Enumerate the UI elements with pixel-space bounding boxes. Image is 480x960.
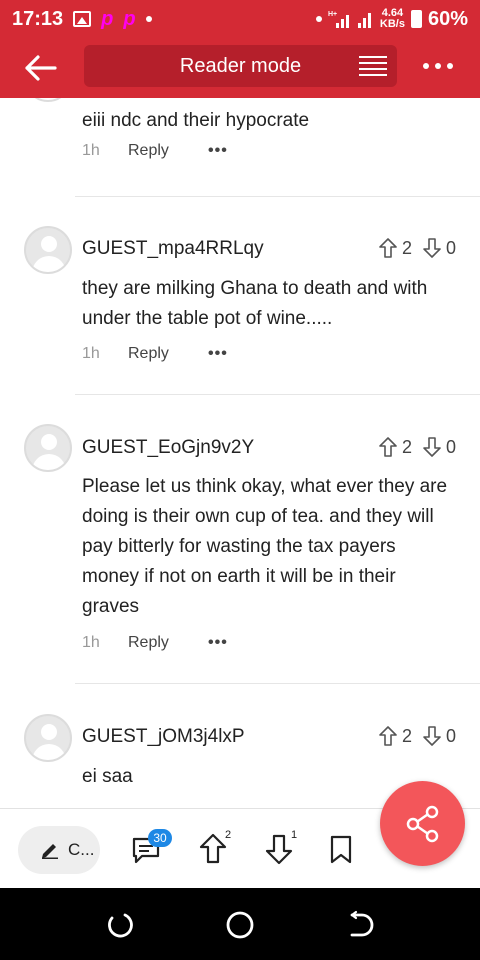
- battery-icon: [410, 10, 422, 28]
- divider: [75, 196, 480, 197]
- article-upvote-count: 2: [225, 829, 232, 841]
- network-speed: 4.64 KB/s: [380, 8, 405, 30]
- comment-text: they are milking Ghana to death and with…: [82, 278, 428, 329]
- upvote-icon[interactable]: [378, 725, 398, 747]
- comment-username[interactable]: GUEST_mpa4RRLqy: [82, 238, 264, 260]
- upvote-count: 2: [401, 725, 412, 746]
- comment-input[interactable]: C...: [18, 826, 100, 874]
- comment-list[interactable]: eiii ndc and their hypocrate 1h Reply ••…: [0, 98, 480, 808]
- system-nav-bar: [0, 888, 480, 960]
- comment-votes: 2 0: [378, 237, 456, 259]
- upvote-icon[interactable]: [378, 237, 398, 259]
- comment-more-icon[interactable]: •••: [208, 345, 228, 363]
- avatar[interactable]: [24, 98, 72, 102]
- comment-time: 1h: [82, 345, 100, 362]
- network-speed-unit: KB/s: [379, 18, 405, 30]
- share-button[interactable]: [380, 781, 465, 866]
- reply-button[interactable]: Reply: [128, 345, 208, 363]
- network-type-label: H+: [328, 11, 337, 18]
- comment-time: 1h: [82, 634, 100, 651]
- pencil-icon: [42, 844, 58, 859]
- gallery-notification-icon: [73, 11, 92, 27]
- upvote-article-icon[interactable]: [198, 833, 228, 865]
- home-icon[interactable]: [225, 910, 255, 940]
- comment-meta: 1h Reply •••: [82, 634, 228, 652]
- comment-text: Please let us think okay, what ever they…: [82, 476, 448, 617]
- reader-mode-title: Reader mode: [179, 54, 302, 77]
- recent-apps-icon[interactable]: [105, 910, 135, 940]
- divider: [75, 394, 480, 395]
- menu-lines-icon: [359, 56, 387, 76]
- avatar[interactable]: [24, 424, 72, 472]
- comment-text: eiii ndc and their hypocrate: [82, 110, 310, 131]
- more-options-icon[interactable]: [420, 60, 456, 72]
- bookmark-icon[interactable]: [329, 835, 353, 865]
- downvote-icon[interactable]: [422, 725, 442, 747]
- downvote-icon[interactable]: [422, 237, 442, 259]
- back-nav-icon[interactable]: [345, 910, 375, 940]
- app-notification-icon: p: [101, 7, 114, 30]
- battery-level: 60%: [427, 7, 468, 30]
- comment-meta: 1h Reply •••: [82, 345, 228, 363]
- notification-dot-icon: [145, 16, 152, 22]
- article-downvote-count: 1: [291, 829, 298, 841]
- downvote-icon[interactable]: [422, 436, 442, 458]
- downvote-count: 0: [445, 725, 456, 746]
- comment-item: eiii ndc and their hypocrate 1h Reply ••…: [0, 98, 480, 198]
- comment-item: GUEST_mpa4RRLqy 2 0 they are milking Gha…: [0, 222, 480, 392]
- app-notification-icon-2: p: [123, 7, 136, 30]
- reply-button[interactable]: Reply: [128, 142, 208, 160]
- comment-votes: 2 0: [378, 725, 456, 747]
- status-dot-icon: [315, 16, 322, 22]
- share-icon: [406, 805, 438, 842]
- upvote-count: 2: [401, 436, 412, 457]
- comment-item: GUEST_EoGjn9v2Y 2 0 Please let us think …: [0, 420, 480, 680]
- comment-votes: 2 0: [378, 436, 456, 458]
- reply-button[interactable]: Reply: [128, 634, 208, 652]
- upvote-count: 2: [401, 237, 412, 258]
- avatar[interactable]: [24, 714, 72, 762]
- downvote-count: 0: [445, 436, 456, 457]
- downvote-count: 0: [445, 237, 456, 258]
- status-time: 17:13: [12, 7, 64, 30]
- divider: [75, 683, 480, 684]
- comment-more-icon[interactable]: •••: [208, 634, 228, 652]
- reader-mode-button[interactable]: Reader mode: [84, 45, 397, 87]
- top-app-bar: Reader mode: [0, 38, 480, 98]
- status-bar: 17:13 p p H+ 4.64 KB/s 60%: [0, 0, 480, 38]
- comment-time: 1h: [82, 142, 100, 159]
- back-arrow-icon[interactable]: [24, 54, 58, 82]
- upvote-icon[interactable]: [378, 436, 398, 458]
- comments-count-badge: 30: [148, 829, 172, 847]
- comment-meta: 1h Reply •••: [82, 142, 228, 160]
- comment-username[interactable]: GUEST_jOM3j4lxP: [82, 726, 245, 748]
- comment-more-icon[interactable]: •••: [208, 142, 228, 160]
- downvote-article-icon[interactable]: [264, 833, 294, 865]
- signal-icon: H+: [328, 11, 371, 28]
- avatar[interactable]: [24, 226, 72, 274]
- comment-username[interactable]: GUEST_EoGjn9v2Y: [82, 437, 254, 459]
- comment-input-placeholder: C...: [68, 840, 95, 859]
